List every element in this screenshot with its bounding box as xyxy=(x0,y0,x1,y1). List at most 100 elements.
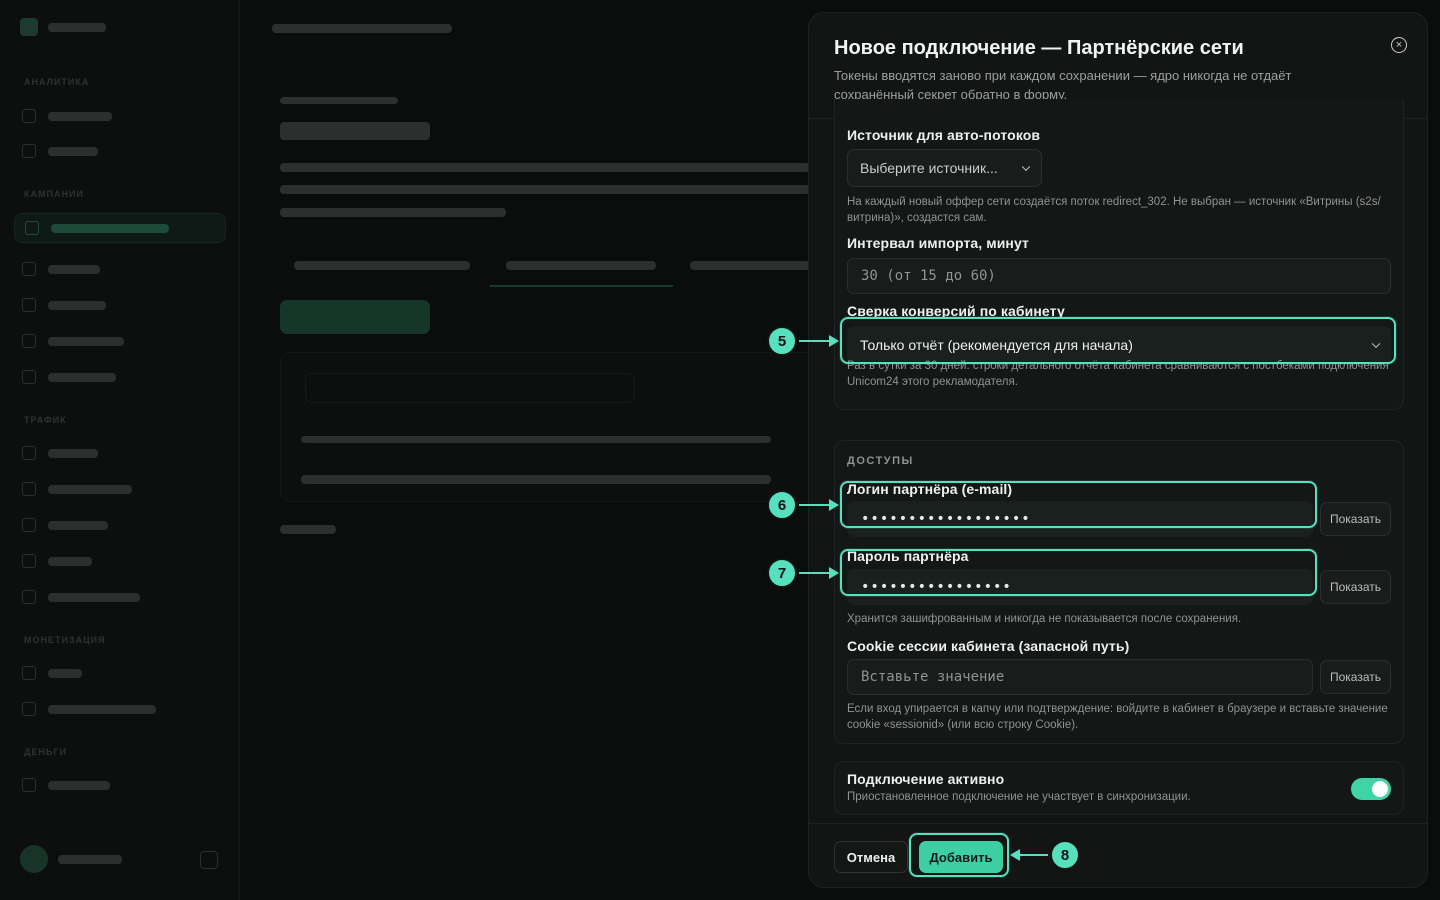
sidebar-item-active[interactable] xyxy=(14,213,226,243)
partner-login-input[interactable]: •••••••••••••••••• xyxy=(847,501,1313,537)
user-profile[interactable] xyxy=(20,845,218,873)
sidebar-item-label-placeholder xyxy=(48,111,112,121)
page-title-placeholder xyxy=(280,122,430,140)
sidebar: АНАЛИТИКА КАМПАНИИ ТРАФИК МОНЕТИЗАЦИЯ ДЕ… xyxy=(0,0,240,900)
sidebar-item-label-placeholder xyxy=(48,336,124,346)
show-login-button[interactable]: Показать xyxy=(1320,502,1391,536)
nav-icon xyxy=(22,144,36,158)
step-arrow-7 xyxy=(799,567,839,579)
nav-icon xyxy=(22,666,36,680)
step-marker-5: 5 xyxy=(767,326,797,356)
sidebar-item[interactable] xyxy=(22,770,110,800)
nav-icon xyxy=(22,446,36,460)
table-row-placeholder[interactable] xyxy=(301,475,771,484)
layout-toggle-icon[interactable] xyxy=(200,851,218,869)
sidebar-item[interactable] xyxy=(22,136,98,166)
session-cookie-hint: Если вход упирается в капчу или подтверж… xyxy=(847,703,1388,731)
sidebar-item[interactable] xyxy=(22,474,132,504)
access-card: ДОСТУПЫ Логин партнёра (e-mail) ••••••••… xyxy=(834,440,1404,744)
sidebar-item[interactable] xyxy=(22,254,100,284)
sidebar-item[interactable] xyxy=(22,694,156,724)
tab-placeholder[interactable] xyxy=(294,261,470,270)
sidebar-item[interactable] xyxy=(22,438,98,468)
page-description-placeholder xyxy=(280,185,810,194)
sidebar-item-label-placeholder xyxy=(48,448,98,458)
nav-icon xyxy=(22,370,36,384)
sidebar-item[interactable] xyxy=(22,582,140,612)
session-cookie-input[interactable]: Вставьте значение xyxy=(847,659,1313,695)
sidebar-item-label-placeholder xyxy=(48,372,116,382)
show-cookie-button[interactable]: Показать xyxy=(1320,660,1391,694)
tab-placeholder[interactable] xyxy=(690,261,810,270)
table-search-background[interactable] xyxy=(305,373,635,403)
toggle-knob xyxy=(1372,781,1388,797)
autoflow-source-select[interactable]: Выберите источник... xyxy=(847,149,1042,187)
sidebar-item-label-placeholder xyxy=(51,223,169,233)
sidebar-item[interactable] xyxy=(22,101,112,131)
nav-icon xyxy=(22,482,36,496)
modal-title: Новое подключение — Партнёрские сети xyxy=(834,37,1244,59)
close-icon[interactable]: × xyxy=(1391,37,1407,53)
sidebar-item[interactable] xyxy=(22,362,116,392)
nav-icon xyxy=(22,702,36,716)
sidebar-item-label-placeholder xyxy=(48,484,132,494)
sidebar-item-label-placeholder xyxy=(48,300,106,310)
sidebar-item[interactable] xyxy=(22,326,124,356)
active-tab-underline xyxy=(490,285,673,287)
connect-button-background[interactable] xyxy=(280,300,430,334)
sidebar-section-monetization: МОНЕТИЗАЦИЯ xyxy=(24,635,106,645)
partner-login-label: Логин партнёра (e-mail) xyxy=(847,481,1013,497)
sidebar-item-label-placeholder xyxy=(48,146,98,156)
sidebar-item-label-placeholder xyxy=(48,520,108,530)
partner-password-hint: Хранится зашифрованным и никогда не пока… xyxy=(847,613,1242,625)
nav-icon xyxy=(22,298,36,312)
autoflow-source-hint: На каждый новый оффер сети создаётся пот… xyxy=(847,196,1381,224)
conversion-reconcile-label: Сверка конверсий по кабинету xyxy=(847,303,1065,319)
conversion-reconcile-select-value: Только отчёт (рекомендуется для начала) xyxy=(860,337,1133,353)
step-arrow-8 xyxy=(1010,849,1048,861)
app-logo xyxy=(20,18,106,36)
app-root: АНАЛИТИКА КАМПАНИИ ТРАФИК МОНЕТИЗАЦИЯ ДЕ… xyxy=(0,0,1440,900)
sidebar-item[interactable] xyxy=(22,546,92,576)
sidebar-section-analytics: АНАЛИТИКА xyxy=(24,77,90,87)
show-password-button[interactable]: Показать xyxy=(1320,570,1391,604)
import-interval-label: Интервал импорта, минут xyxy=(847,235,1029,251)
nav-icon xyxy=(25,221,39,235)
chevron-down-icon xyxy=(1371,339,1381,349)
logo-text-placeholder xyxy=(48,22,106,32)
sidebar-section-campaigns: КАМПАНИИ xyxy=(24,189,84,199)
step-arrow-6 xyxy=(799,499,839,511)
main-content-background xyxy=(240,0,820,900)
conversion-reconcile-hint: Раз в сутки за 30 дней: строки детальног… xyxy=(847,360,1389,388)
tab-placeholder[interactable] xyxy=(506,261,656,270)
autoflow-source-select-value: Выберите источник... xyxy=(860,160,998,176)
sidebar-section-money: ДЕНЬГИ xyxy=(24,747,67,757)
pagination-placeholder xyxy=(280,525,336,534)
step-marker-6: 6 xyxy=(767,490,797,520)
nav-icon xyxy=(22,109,36,123)
new-connection-modal: Новое подключение — Партнёрские сети Ток… xyxy=(808,12,1428,888)
cancel-button[interactable]: Отмена xyxy=(834,841,908,873)
sidebar-item-label-placeholder xyxy=(48,704,156,714)
nav-icon xyxy=(22,590,36,604)
page-eyebrow-placeholder xyxy=(280,97,398,104)
session-cookie-label: Cookie сессии кабинета (запасной путь) xyxy=(847,638,1130,654)
add-button[interactable]: Добавить xyxy=(919,841,1003,873)
sidebar-item[interactable] xyxy=(22,510,108,540)
partner-password-label: Пароль партнёра xyxy=(847,548,969,564)
sidebar-item-label-placeholder xyxy=(48,592,140,602)
active-connection-hint: Приостановленное подключение не участвуе… xyxy=(847,791,1191,803)
active-connection-toggle[interactable] xyxy=(1351,778,1391,800)
active-connection-card: Подключение активно Приостановленное под… xyxy=(834,761,1404,815)
sidebar-item[interactable] xyxy=(22,290,106,320)
logo-mark xyxy=(20,18,38,36)
sidebar-section-traffic: ТРАФИК xyxy=(24,415,67,425)
partner-password-input[interactable]: •••••••••••••••• xyxy=(847,569,1313,605)
import-interval-input[interactable]: 30 (от 15 до 60) xyxy=(847,258,1391,294)
sidebar-item-label-placeholder xyxy=(48,264,100,274)
nav-icon xyxy=(22,518,36,532)
table-header-placeholder xyxy=(301,436,771,443)
nav-icon xyxy=(22,262,36,276)
avatar xyxy=(20,845,48,873)
sidebar-item[interactable] xyxy=(22,658,82,688)
